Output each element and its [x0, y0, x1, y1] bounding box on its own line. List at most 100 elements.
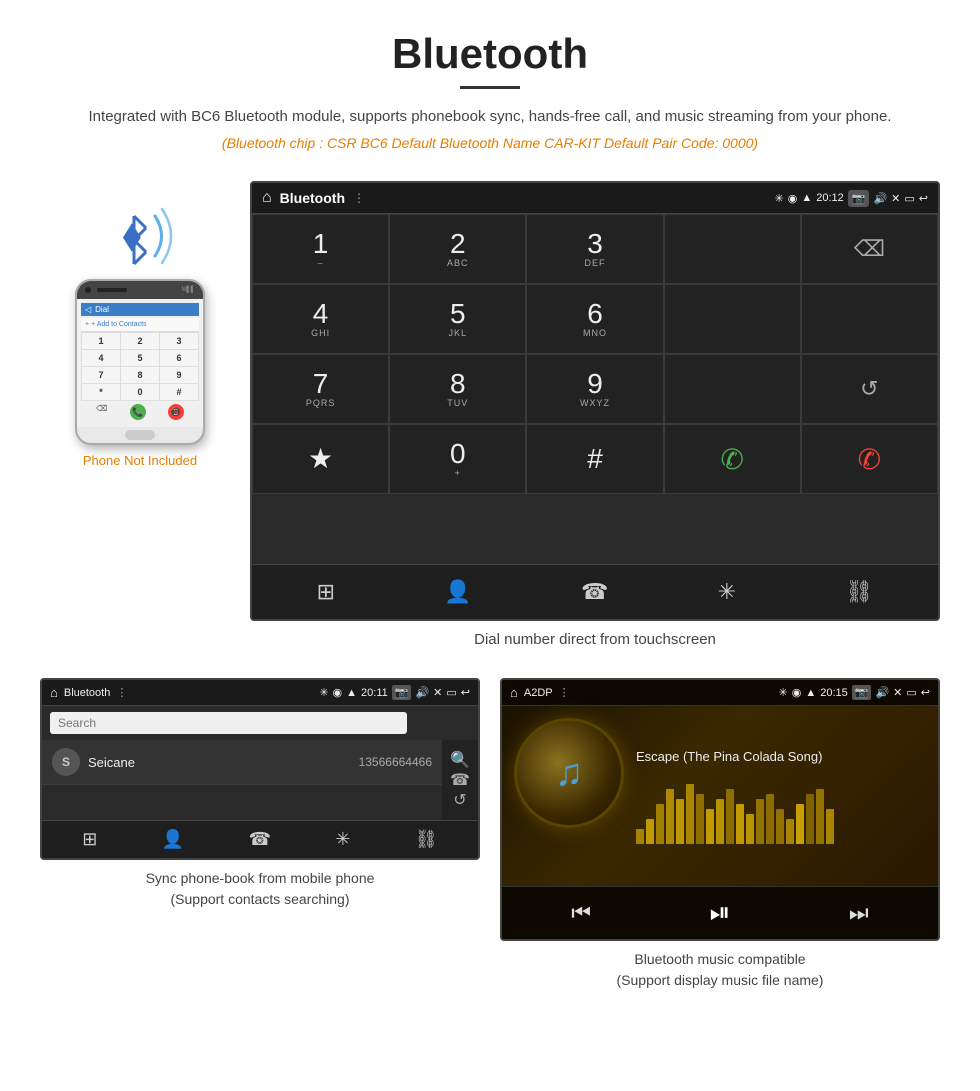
- music-back-icon[interactable]: ↩: [921, 686, 930, 699]
- eq-bar-0: [636, 829, 644, 844]
- pb-refresh-icon[interactable]: ↺: [453, 790, 466, 810]
- music-fs-icon[interactable]: ▭: [906, 686, 916, 699]
- bluetooth-icon[interactable]: ✳: [710, 575, 744, 609]
- subtitle-text: Integrated with BC6 Bluetooth module, su…: [20, 105, 960, 129]
- pb-search-input[interactable]: [50, 712, 407, 734]
- eq-bar-5: [686, 784, 694, 844]
- phone-key-1[interactable]: 1: [82, 333, 120, 349]
- music-sig-icon: ▲: [805, 687, 816, 699]
- phone-key-4[interactable]: 4: [82, 350, 120, 366]
- pb-phone-icon[interactable]: ☎: [249, 829, 271, 850]
- dial-key-3[interactable]: 3DEF: [526, 214, 663, 284]
- dial-key-★[interactable]: ★: [252, 424, 389, 494]
- back-icon[interactable]: ↩: [919, 192, 928, 205]
- pb-bt-icon2[interactable]: ✳: [335, 829, 350, 850]
- music-vol-icon[interactable]: 🔊: [875, 686, 889, 699]
- dial-key-0[interactable]: 0+: [389, 424, 526, 494]
- contact-number: 13566664466: [359, 755, 432, 769]
- music-header-left: ⌂ A2DP ⋮: [510, 685, 570, 700]
- dial-key-📵[interactable]: ✆: [801, 424, 938, 494]
- dial-key-2[interactable]: 2ABC: [389, 214, 526, 284]
- pb-grid-icon[interactable]: ⊞: [82, 829, 97, 850]
- phone-camera: [85, 287, 91, 293]
- phone-key-3[interactable]: 3: [160, 333, 198, 349]
- music-time: 20:15: [820, 687, 848, 699]
- pb-link-icon[interactable]: ⛓: [415, 829, 438, 850]
- phone-back-icon: ⌫: [96, 404, 107, 420]
- dial-key-9[interactable]: 9WXYZ: [526, 354, 663, 424]
- pb-vol-icon[interactable]: 🔊: [415, 686, 429, 699]
- play-pause-btn[interactable]: ⏯: [710, 897, 731, 929]
- eq-bar-15: [786, 819, 794, 844]
- contacts-icon[interactable]: 👤: [436, 575, 479, 609]
- dial-key-7[interactable]: 7PQRS: [252, 354, 389, 424]
- eq-bar-8: [716, 799, 724, 844]
- phone-screen-title: Dial: [95, 305, 109, 314]
- dial-key-↺[interactable]: ↺: [801, 354, 938, 424]
- phone-key-0[interactable]: 0: [121, 384, 159, 400]
- pb-bt-icon: ✳: [319, 686, 328, 699]
- phone-back-btn: ◁: [85, 305, 91, 314]
- car-home-icon[interactable]: ⌂: [262, 189, 272, 207]
- dial-key-#[interactable]: #: [526, 424, 663, 494]
- phone-icon[interactable]: ☎: [573, 575, 616, 609]
- phone-key-9[interactable]: 9: [160, 367, 198, 383]
- car-dial-screen: ⌂ Bluetooth ⋮ ✳ ◉ ▲ 20:12 📷 🔊 ✕ ▭ ↩ 1⌣2A: [250, 181, 940, 621]
- settings-icon[interactable]: ⛓: [837, 575, 881, 609]
- eq-bar-13: [766, 794, 774, 844]
- music-close-icon[interactable]: ✕: [893, 686, 902, 699]
- phone-key-6[interactable]: 6: [160, 350, 198, 366]
- close-icon[interactable]: ✕: [891, 192, 900, 205]
- dial-key-1[interactable]: 1⌣: [252, 214, 389, 284]
- phone-end-btn[interactable]: 📵: [168, 404, 184, 420]
- music-home-icon[interactable]: ⌂: [510, 685, 518, 700]
- eq-bar-12: [756, 799, 764, 844]
- music-loc-icon: ◉: [792, 686, 802, 699]
- phone-mockup: M▌▌ ◁ Dial + + Add to Contacts 123 456 789…: [75, 279, 205, 445]
- pb-call-icon[interactable]: ☎: [450, 770, 470, 790]
- music-header: ⌂ A2DP ⋮ ✳ ◉ ▲ 20:15 📷 🔊 ✕ ▭ ↩: [502, 680, 938, 706]
- volume-icon[interactable]: 🔊: [873, 192, 887, 205]
- dial-key-5[interactable]: 5JKL: [389, 284, 526, 354]
- grid-icon[interactable]: ⊞: [309, 575, 343, 609]
- pb-camera-icon[interactable]: 📷: [392, 685, 412, 700]
- pb-search-icon[interactable]: 🔍: [450, 750, 470, 770]
- phone-top-bar: M▌▌: [77, 281, 203, 299]
- music-info: Escape (The Pina Colada Song): [636, 718, 926, 874]
- music-cam-icon[interactable]: 📷: [852, 685, 872, 700]
- pb-contact-row[interactable]: S Seicane 13566664466: [42, 740, 442, 785]
- next-track-btn[interactable]: ⏭: [849, 900, 869, 926]
- phone-key-*[interactable]: *: [82, 384, 120, 400]
- add-contact-label: + Add to Contacts: [91, 321, 146, 328]
- dial-key-📞[interactable]: ✆: [664, 424, 801, 494]
- phone-key-7[interactable]: 7: [82, 367, 120, 383]
- album-bt-icon: ♫: [555, 752, 584, 795]
- phone-carrier: M▌▌: [182, 287, 196, 293]
- phone-add-contact: + + Add to Contacts: [81, 318, 199, 332]
- dial-key-8[interactable]: 8TUV: [389, 354, 526, 424]
- pb-home-icon[interactable]: ⌂: [50, 685, 58, 700]
- contact-avatar: S: [52, 748, 80, 776]
- phone-home-btn[interactable]: [125, 430, 155, 440]
- prev-track-btn[interactable]: ⏮: [571, 900, 591, 926]
- phone-call-btn[interactable]: 📞: [130, 404, 146, 420]
- phone-key-2[interactable]: 2: [121, 333, 159, 349]
- camera-icon[interactable]: 📷: [848, 190, 870, 207]
- dial-key-4[interactable]: 4GHI: [252, 284, 389, 354]
- time-display: 20:12: [816, 192, 844, 204]
- eq-bar-16: [796, 804, 804, 844]
- car-dial-section: ⌂ Bluetooth ⋮ ✳ ◉ ▲ 20:12 📷 🔊 ✕ ▭ ↩ 1⌣2A: [250, 181, 940, 668]
- add-contact-icon: +: [85, 321, 89, 328]
- pb-back-icon[interactable]: ↩: [461, 686, 470, 699]
- dial-key-6[interactable]: 6MNO: [526, 284, 663, 354]
- pb-close-icon[interactable]: ✕: [433, 686, 442, 699]
- phone-key-#[interactable]: #: [160, 384, 198, 400]
- phone-key-8[interactable]: 8: [121, 367, 159, 383]
- pb-usb-icon: ⋮: [116, 686, 127, 699]
- dial-key-⌫[interactable]: ⌫: [801, 214, 938, 284]
- pb-user-icon[interactable]: 👤: [162, 829, 184, 850]
- pb-fs-icon[interactable]: ▭: [446, 686, 456, 699]
- pb-bottom-bar: ⊞ 👤 ☎ ✳ ⛓: [42, 820, 478, 858]
- phone-key-5[interactable]: 5: [121, 350, 159, 366]
- fullscreen-icon[interactable]: ▭: [904, 192, 914, 205]
